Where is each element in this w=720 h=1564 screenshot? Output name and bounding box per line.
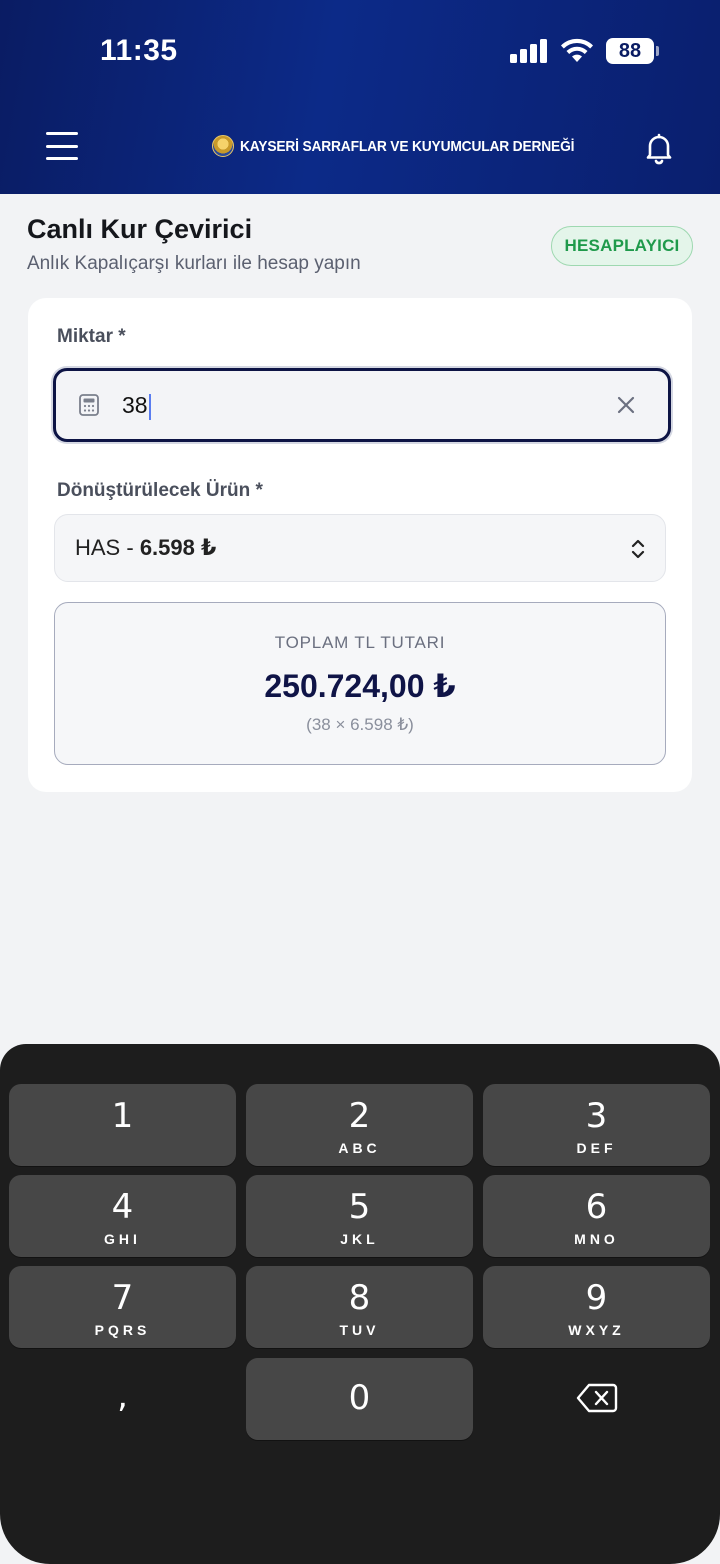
- amount-input[interactable]: 38: [53, 368, 671, 442]
- app-header: 11:35 88 KAYSERİ SARRAFLAR VE KUYUMCULAR…: [0, 0, 720, 194]
- key-6[interactable]: 6 MNO: [483, 1175, 710, 1257]
- key-2[interactable]: 2 ABC: [246, 1084, 473, 1166]
- amount-label: Miktar *: [57, 326, 126, 347]
- key-8[interactable]: 8 TUV: [246, 1266, 473, 1348]
- result-value: 250.724,00 ₺: [264, 668, 456, 704]
- brand-name: KAYSERİ SARRAFLAR VE KUYUMCULAR DERNEĞİ: [240, 137, 575, 155]
- product-selected-value: HAS - 6.598 ₺: [75, 535, 217, 560]
- result-label: TOPLAM TL TUTARI: [274, 633, 446, 652]
- chevron-updown-icon: [631, 539, 645, 559]
- signal-icon: [510, 39, 547, 63]
- bell-icon: [646, 133, 672, 165]
- text-caret: [148, 393, 151, 420]
- clear-button[interactable]: [614, 393, 638, 417]
- key-4[interactable]: 4 GHI: [9, 1175, 236, 1257]
- page-title: Canlı Kur Çevirici: [27, 214, 253, 244]
- product-label: Dönüştürülecek Ürün *: [57, 480, 263, 501]
- key-backspace[interactable]: [483, 1358, 710, 1440]
- result-box: TOPLAM TL TUTARI 250.724,00 ₺ (38 × 6.59…: [54, 602, 666, 765]
- numeric-keyboard: 1 2 ABC 3 DEF 4 GHI 5 JKL 6 MNO 7 PQRS 8…: [0, 1044, 720, 1564]
- calculator-icon: [79, 394, 99, 416]
- key-3[interactable]: 3 DEF: [483, 1084, 710, 1166]
- page-subtitle: Anlık Kapalıçarşı kurları ile hesap yapı…: [27, 253, 361, 274]
- battery-indicator: 88: [606, 38, 659, 64]
- association-logo-icon: [212, 135, 234, 157]
- notifications-button[interactable]: [642, 131, 676, 165]
- backspace-icon: [576, 1383, 618, 1413]
- converter-card: Miktar * 38 Dönüştürülecek Ürün * HAS - …: [28, 298, 692, 792]
- key-0[interactable]: 0: [246, 1358, 473, 1440]
- menu-icon: [46, 132, 78, 135]
- menu-button[interactable]: [46, 132, 78, 160]
- brand: KAYSERİ SARRAFLAR VE KUYUMCULAR DERNEĞİ: [212, 135, 603, 157]
- key-1[interactable]: 1: [9, 1084, 236, 1166]
- amount-value[interactable]: 38: [122, 392, 151, 420]
- result-formula: (38 × 6.598 ₺): [306, 715, 414, 734]
- wifi-icon: [561, 38, 593, 62]
- product-select[interactable]: HAS - 6.598 ₺: [54, 514, 666, 582]
- key-5[interactable]: 5 JKL: [246, 1175, 473, 1257]
- status-time: 11:35: [100, 34, 178, 67]
- status-icons: 88: [510, 38, 659, 64]
- key-7[interactable]: 7 PQRS: [9, 1266, 236, 1348]
- key-9[interactable]: 9 WXYZ: [483, 1266, 710, 1348]
- calculator-badge: HESAPLAYICI: [551, 226, 693, 266]
- close-icon: [617, 396, 635, 414]
- key-comma[interactable]: ,: [9, 1358, 236, 1440]
